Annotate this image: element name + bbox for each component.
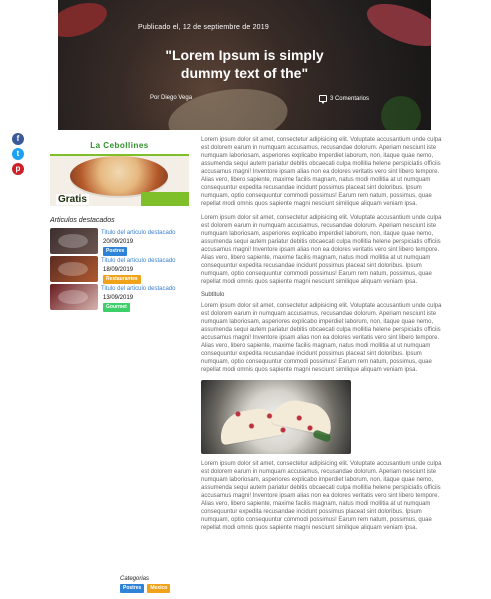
hero-banner: Publicado el, 12 de septiembre de 2019 "…	[58, 0, 431, 130]
featured-tag[interactable]: Gourmet	[103, 303, 130, 312]
article-photo	[201, 380, 351, 454]
hero-title: "Lorem Ipsum is simply dummy text of the…	[58, 46, 431, 82]
hero-comments[interactable]: 3 Comentarios	[318, 95, 369, 104]
comments-icon	[318, 95, 327, 104]
hero-comments-label: 3 Comentarios	[329, 95, 369, 102]
featured-item[interactable]: Titulo del articulo destacado 18/09/2019…	[50, 256, 210, 284]
twitter-icon: t	[16, 149, 20, 158]
facebook-icon: f	[16, 134, 20, 143]
featured-title-link[interactable]: Titulo del articulo destacado	[101, 285, 176, 293]
sidebar-ad[interactable]: La Cebollines Gratis	[50, 136, 189, 206]
featured-date: 18/09/2019	[103, 267, 134, 273]
featured-thumbnail[interactable]	[50, 256, 98, 282]
featured-title-link[interactable]: Titulo del articulo destacado	[101, 229, 176, 237]
ad-brand: La Cebollines	[90, 140, 149, 150]
article-paragraph: Lorem ipsum dolor sit amet, consectetur …	[201, 137, 442, 207]
article-paragraph: Lorem ipsum dolor sit amet, consectetur …	[201, 303, 442, 373]
article-paragraph: Lorem ipsum dolor sit amet, consectetur …	[201, 461, 442, 531]
featured-date: 13/09/2019	[103, 295, 134, 301]
hero-author: Por Diego Vega	[150, 95, 193, 101]
category-tag[interactable]: Mexico	[147, 584, 171, 593]
pinterest-button[interactable]: p	[12, 163, 24, 175]
article-subtitle: Subtitulo	[201, 292, 225, 298]
social-share: f t p	[12, 133, 26, 178]
featured-tag[interactable]: Postres	[103, 247, 128, 256]
pinterest-icon: p	[15, 164, 21, 173]
twitter-button[interactable]: t	[12, 148, 24, 160]
hero-title-line-2: dummy text of the"	[180, 65, 309, 81]
featured-heading: Articulos destacados	[50, 217, 115, 224]
facebook-button[interactable]: f	[12, 133, 24, 145]
featured-thumbnail[interactable]	[50, 284, 98, 310]
categories-chips: Postres Mexico	[120, 584, 171, 593]
featured-tag[interactable]: Restaurantes	[103, 275, 141, 284]
ad-green-block	[141, 192, 189, 206]
featured-item[interactable]: Titulo del articulo destacado 20/09/2019…	[50, 228, 210, 256]
featured-meta: Titulo del articulo destacado 20/09/2019…	[101, 228, 176, 256]
featured-item[interactable]: Titulo del articulo destacado 13/09/2019…	[50, 284, 210, 312]
categories-label: Categorias	[120, 576, 150, 582]
ad-cta: Gratis	[56, 194, 89, 205]
featured-date: 20/09/2019	[103, 239, 134, 245]
categories: Categorias Postres Mexico	[120, 576, 171, 593]
featured-title-link[interactable]: Titulo del articulo destacado	[101, 257, 176, 265]
featured-thumbnail[interactable]	[50, 228, 98, 254]
hero-title-line-1: "Lorem Ipsum is simply	[165, 47, 324, 63]
ad-logo-bar: La Cebollines	[50, 136, 189, 156]
hero-date: Publicado el, 12 de septiembre de 2019	[138, 24, 269, 31]
photo-garnish	[229, 402, 319, 442]
featured-meta: Titulo del articulo destacado 13/09/2019…	[101, 284, 176, 312]
category-tag[interactable]: Postres	[120, 584, 145, 593]
article-body: Lorem ipsum dolor sit amet, consectetur …	[201, 136, 442, 538]
featured-meta: Titulo del articulo destacado 18/09/2019…	[101, 256, 176, 284]
article-paragraph: Lorem ipsum dolor sit amet, consectetur …	[201, 215, 442, 285]
ad-image	[70, 156, 168, 196]
